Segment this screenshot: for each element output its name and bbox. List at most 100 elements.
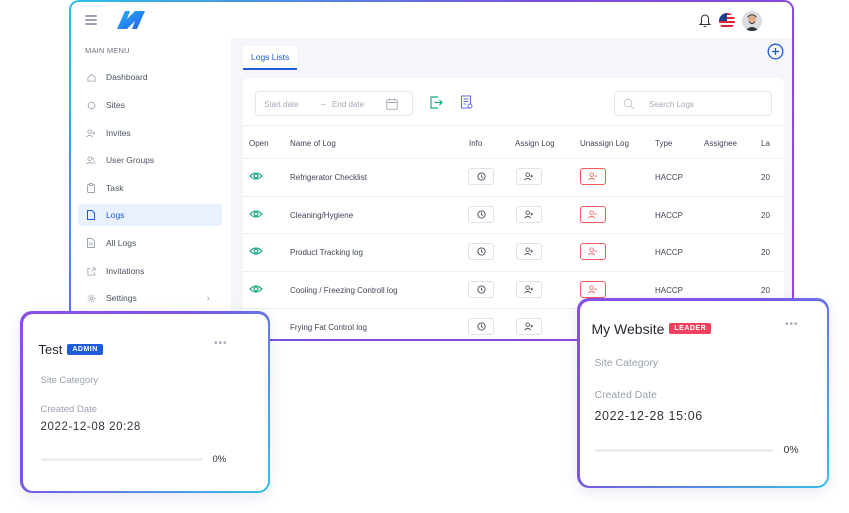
top-bar [71, 2, 792, 38]
range-arrow: → [319, 99, 327, 108]
column-header[interactable]: Name of Log [290, 139, 336, 148]
sidebar-item-dashboard[interactable]: Dashboard [78, 66, 222, 88]
unassign-log-button[interactable] [580, 168, 606, 185]
brand-logo[interactable] [115, 7, 147, 33]
table-row: Product Tracking log HACCP 20 [243, 234, 784, 272]
log-last-date: 20 [761, 210, 770, 220]
eye-icon[interactable] [249, 284, 263, 294]
role-badge: ADMIN [67, 343, 103, 355]
sidebar-item-task[interactable]: Task [78, 177, 222, 199]
sidebar-item-logs[interactable]: Logs [78, 204, 222, 226]
column-header[interactable]: Assign Log [515, 139, 555, 148]
unassign-log-button[interactable] [580, 243, 606, 260]
log-name[interactable]: Refrigerator Checklist [290, 173, 367, 182]
sidebar-item-label: Invites [106, 128, 131, 138]
column-header[interactable]: Unassign Log [580, 139, 629, 148]
log-name[interactable]: Frying Fat Control log [290, 323, 367, 332]
column-header[interactable]: Info [469, 139, 482, 148]
created-date-label: Created Date [594, 388, 657, 401]
site-card-test[interactable]: Test ADMIN ••• Site Category Created Dat… [20, 311, 270, 493]
user-plus-icon [524, 247, 534, 256]
more-options-icon[interactable]: ••• [785, 319, 799, 330]
sidebar-item-sites[interactable]: Sites [78, 94, 222, 116]
log-last-date: 20 [761, 173, 770, 182]
add-circle-icon[interactable] [767, 43, 784, 60]
info-button[interactable] [468, 168, 494, 185]
user-minus-icon [588, 284, 598, 293]
site-card-my-website[interactable]: My Website LEADER ••• Site Category Crea… [577, 298, 829, 488]
card-title: My Website [591, 320, 665, 337]
log-type: HACCP [655, 248, 684, 257]
sidebar-item-invites[interactable]: Invites [78, 122, 222, 144]
column-header[interactable]: Assignee [704, 139, 737, 148]
log-type: HACCP [655, 210, 684, 220]
info-button[interactable] [468, 243, 494, 260]
sidebar: MAIN MENU Dashboard Sites Invites User G… [71, 38, 231, 339]
column-header[interactable]: Open [249, 139, 269, 148]
sidebar-item-label: Dashboard [106, 72, 148, 82]
site-category-label: Site Category [40, 374, 99, 386]
user-minus-icon [588, 247, 598, 256]
search-icon [623, 98, 635, 110]
user-plus-icon [524, 284, 534, 293]
date-range-picker[interactable]: Start date → End date [255, 91, 413, 116]
column-header[interactable]: Type [655, 139, 672, 148]
sidebar-item-label: Invitations [106, 266, 145, 276]
sidebar-item-settings[interactable]: Settings › [78, 287, 222, 309]
created-date-label: Created Date [40, 403, 98, 415]
end-date-input[interactable]: End date [332, 100, 364, 109]
sidebar-item-label: Settings [106, 293, 137, 303]
card-title: Test [38, 341, 63, 357]
clipboard-icon [86, 183, 96, 193]
calendar-icon[interactable] [386, 98, 398, 110]
log-name[interactable]: Cleaning/Hygiene [290, 211, 353, 220]
start-date-input[interactable]: Start date [264, 100, 299, 109]
eye-icon[interactable] [249, 246, 263, 256]
sidebar-item-label: User Groups [106, 155, 155, 165]
file-icon [86, 210, 96, 220]
sidebar-item-label: Task [106, 183, 124, 193]
assign-log-button[interactable] [516, 243, 542, 260]
eye-icon[interactable] [249, 209, 263, 219]
user-plus-icon [524, 172, 534, 181]
progress-percent: 0% [212, 453, 227, 465]
assign-log-button[interactable] [516, 205, 542, 223]
unassign-log-button[interactable] [580, 205, 606, 223]
user-minus-icon [588, 172, 598, 181]
hamburger-menu-icon[interactable] [85, 15, 97, 25]
export-icon[interactable] [429, 95, 443, 110]
menu-title: MAIN MENU [85, 46, 130, 55]
user-avatar[interactable] [742, 11, 762, 31]
sidebar-item-invitations[interactable]: Invitations [78, 260, 222, 282]
share-icon [86, 266, 96, 276]
unassign-log-button[interactable] [580, 280, 606, 298]
clock-icon [476, 209, 486, 219]
column-header[interactable]: La [761, 139, 770, 148]
tab-logs-lists[interactable]: Logs Lists [243, 46, 298, 70]
assign-log-button[interactable] [516, 280, 542, 298]
user-plus-icon [524, 322, 534, 331]
info-button[interactable] [468, 280, 494, 298]
card-title-row: Test ADMIN [39, 342, 103, 357]
sidebar-item-user-groups[interactable]: User Groups [78, 149, 222, 171]
table-row: Cleaning/Hygiene HACCP 20 [243, 197, 784, 234]
eye-icon[interactable] [249, 171, 263, 181]
us-flag-icon[interactable] [719, 13, 735, 29]
target-icon [86, 100, 96, 110]
bell-icon[interactable] [698, 13, 712, 29]
sidebar-item-label: Sites [106, 100, 125, 110]
search-input[interactable]: Search Logs [614, 91, 772, 116]
log-name[interactable]: Product Tracking log [290, 248, 363, 257]
sidebar-item-all-logs[interactable]: All Logs [78, 232, 222, 254]
more-options-icon[interactable]: ••• [214, 338, 228, 349]
assign-log-button[interactable] [516, 168, 542, 185]
user-plus-icon [524, 209, 534, 218]
assign-log-button[interactable] [516, 318, 542, 335]
clock-icon [476, 172, 486, 181]
home-icon [86, 72, 96, 82]
log-name[interactable]: Cooling / Freezing Controll log [290, 286, 398, 295]
info-button[interactable] [468, 318, 494, 335]
report-icon[interactable] [460, 95, 474, 110]
info-button[interactable] [468, 205, 494, 223]
created-date-value: 2022-12-08 20:28 [40, 420, 141, 433]
